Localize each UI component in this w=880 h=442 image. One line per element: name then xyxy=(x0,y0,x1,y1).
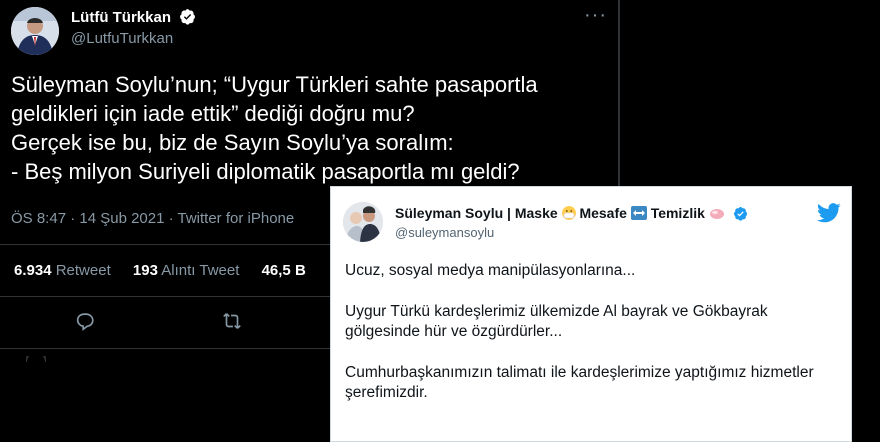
retweet-stat[interactable]: 6.934 Retweet xyxy=(14,262,111,279)
name-prefix: Süleyman Soylu | Maske xyxy=(395,205,558,221)
like-stat[interactable]: 46,5 B xyxy=(262,262,306,279)
quote-stat[interactable]: 193 Alıntı Tweet xyxy=(133,262,239,279)
soap-emoji-icon xyxy=(709,209,724,219)
name-suffix: Temizlik xyxy=(650,205,705,221)
tweet-meta[interactable]: ÖS 8:47 · 14 Şub 2021 · Twitter for iPho… xyxy=(11,210,294,227)
next-reply-avatar-edge xyxy=(26,356,46,362)
quoted-tweet-body: Ucuz, sosyal medya manipülasyonlarına...… xyxy=(345,261,845,403)
retweet-count: 6.934 xyxy=(14,262,52,279)
verified-icon xyxy=(733,206,747,221)
arrows-emoji-icon xyxy=(630,206,647,220)
mask-emoji-icon xyxy=(561,206,576,220)
author-name-text: Lütfü Türkkan xyxy=(71,9,171,26)
author-handle[interactable]: @suleymansoylu xyxy=(395,225,494,240)
tweet-paragraph: Ucuz, sosyal medya manipülasyonlarına... xyxy=(345,262,636,279)
avatar[interactable] xyxy=(343,202,383,242)
tweet-paragraph: Cumhurbaşkanımızın talimatı ile kardeşle… xyxy=(345,364,814,401)
avatar-photo xyxy=(11,7,59,55)
tweet-paragraph: Uygur Türkü kardeşlerimiz ülkemizde Al b… xyxy=(345,303,768,340)
retweet-label: Retweet xyxy=(55,262,111,279)
quoted-tweet[interactable]: Süleyman Soylu | Maske Mesafe Temizlik @… xyxy=(330,186,852,442)
tweet-line: Süleyman Soylu’nun; “Uygur Türkleri saht… xyxy=(11,72,538,97)
author-name[interactable]: Lütfü Türkkan xyxy=(71,8,196,26)
avatar[interactable] xyxy=(11,7,59,55)
avatar-photo xyxy=(343,202,383,242)
reply-icon[interactable] xyxy=(74,310,96,332)
tweet-body: Süleyman Soylu’nun; “Uygur Türkleri saht… xyxy=(11,70,611,186)
quote-count: 193 xyxy=(132,262,158,279)
tweet-line: - Beş milyon Suriyeli diplomatik pasapor… xyxy=(11,159,520,184)
quote-label: Alıntı Tweet xyxy=(161,262,240,279)
more-icon[interactable]: ··· xyxy=(584,4,607,27)
verified-icon xyxy=(180,9,196,25)
author-handle[interactable]: @LutfuTurkkan xyxy=(71,30,173,47)
tweet-line: geldikleri için iade ettik” dediği doğru… xyxy=(11,101,415,126)
retweet-icon[interactable] xyxy=(220,310,244,332)
like-count: 46,5 B xyxy=(261,262,306,279)
name-mid: Mesafe xyxy=(579,205,627,221)
author-name[interactable]: Süleyman Soylu | Maske Mesafe Temizlik xyxy=(395,205,748,221)
tweet-line: Gerçek ise bu, biz de Sayın Soylu’ya sor… xyxy=(11,130,454,155)
tweet-stats: 6.934 Retweet 193 Alıntı Tweet 46,5 B xyxy=(14,262,306,279)
twitter-bird-icon[interactable] xyxy=(817,203,841,223)
